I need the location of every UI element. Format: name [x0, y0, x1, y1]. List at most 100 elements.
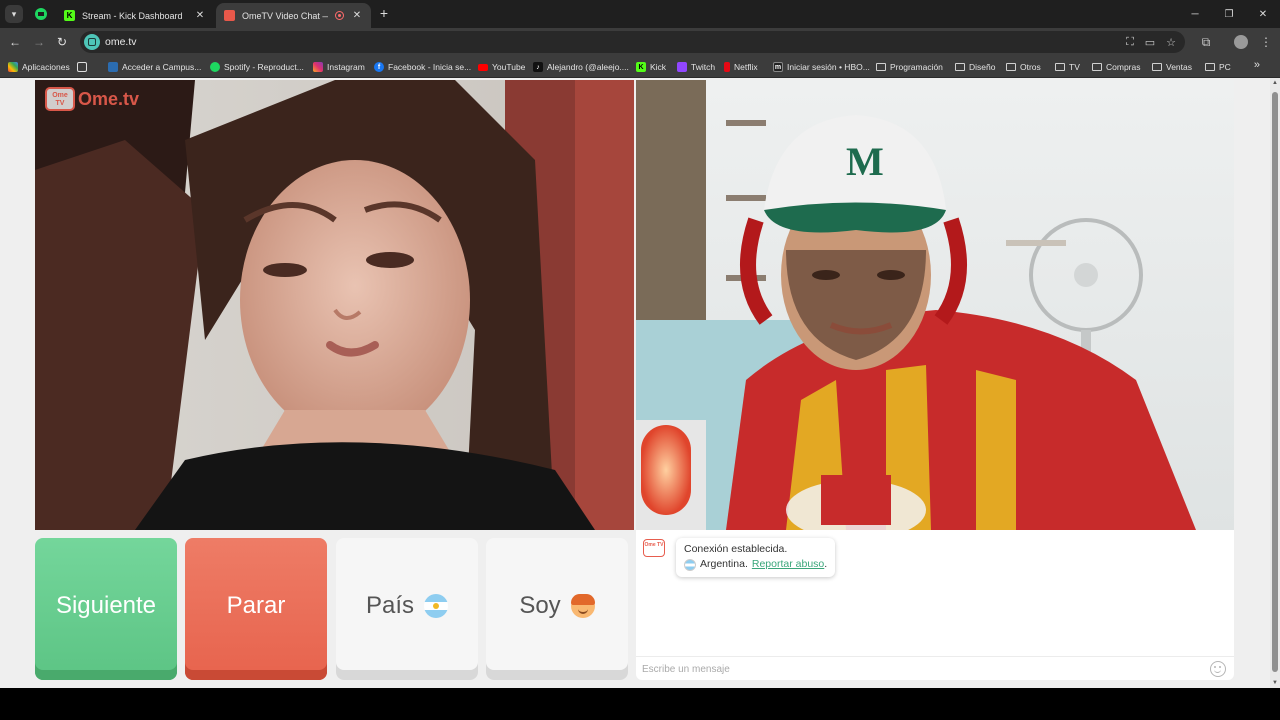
bookmark-campus[interactable]: Acceder a Campus...: [108, 60, 201, 74]
instagram-icon: [313, 62, 323, 72]
svg-text:M: M: [846, 139, 884, 184]
bookmark-label: Acceder a Campus...: [122, 62, 202, 72]
bookmark-grid[interactable]: [77, 60, 87, 74]
tab-kick-dashboard[interactable]: K Stream - Kick Dashboard ✕: [56, 3, 214, 28]
close-window-icon[interactable]: ✕: [1246, 0, 1280, 28]
bookmark-facebook[interactable]: f Facebook - Inicia se...: [374, 60, 471, 74]
bookmark-label: Ventas: [1166, 62, 1192, 72]
bookmark-hbo[interactable]: m Iniciar sesión • HBO...: [773, 60, 870, 74]
profile-avatar[interactable]: [1234, 35, 1248, 49]
ometv-chat-avatar-icon: Ome TV: [643, 539, 665, 557]
gender-select-button[interactable]: Soy: [486, 538, 628, 680]
folder-icon: [955, 63, 965, 71]
url-text: ome.tv: [105, 36, 137, 48]
bookmark-folder-tv[interactable]: TV: [1055, 60, 1080, 74]
report-suffix: .: [824, 558, 828, 570]
logo-text: Ome.tv: [78, 88, 140, 109]
bookmark-spotify[interactable]: Spotify - Reproduct...: [210, 60, 304, 74]
tab-strip: ▾ K Stream - Kick Dashboard ✕ OmeTV Vide…: [0, 0, 1280, 28]
youtube-icon: [478, 63, 488, 71]
tab-ometv[interactable]: OmeTV Video Chat — Ome ✕: [216, 3, 371, 28]
minimize-icon[interactable]: ─: [1178, 0, 1212, 28]
kick-icon: K: [636, 62, 646, 72]
netflix-icon: [724, 62, 730, 72]
bookmark-folder-otros[interactable]: Otros: [1006, 60, 1041, 74]
folder-icon: [876, 63, 886, 71]
bookmark-folder-compras[interactable]: Compras: [1092, 60, 1140, 74]
stop-button[interactable]: Parar: [185, 538, 327, 680]
bookmark-aplicaciones[interactable]: Aplicaciones: [8, 60, 70, 74]
close-tab-icon[interactable]: ✕: [351, 10, 363, 21]
bookmark-label: Twitch: [691, 62, 716, 72]
pinned-tab-spotify[interactable]: [30, 4, 52, 24]
bookmark-label: Spotify - Reproduct...: [224, 62, 304, 72]
close-tab-icon[interactable]: ✕: [194, 10, 206, 21]
tab-title: OmeTV Video Chat — Ome: [242, 10, 328, 21]
system-message: Conexión establecida. Argentina. Reporta…: [676, 538, 836, 577]
ometv-logo: Ome TV Ome.tv: [45, 87, 139, 111]
cast-icon[interactable]: ▭: [1142, 34, 1158, 50]
bookmark-folder-diseno[interactable]: Diseño: [955, 60, 995, 74]
scroll-down-icon[interactable]: ▼: [1270, 678, 1280, 688]
bookmark-folder-pc[interactable]: PC: [1205, 60, 1231, 74]
report-abuse-link[interactable]: Reportar abuso: [752, 558, 824, 570]
window-controls: ─ ❐ ✕: [1178, 0, 1280, 28]
next-button-label: Siguiente: [55, 592, 157, 619]
back-arrow-icon[interactable]: ←: [6, 33, 24, 51]
tab-title: Stream - Kick Dashboard: [82, 10, 183, 21]
page-scrollbar[interactable]: ▲ ▼: [1270, 78, 1280, 688]
bookmark-label: Compras: [1106, 62, 1141, 72]
grid-icon: [77, 62, 87, 72]
forward-arrow-icon[interactable]: →: [30, 33, 48, 51]
more-bookmarks-icon[interactable]: »: [1254, 59, 1260, 71]
stop-button-label: Parar: [226, 592, 286, 619]
extensions-icon[interactable]: ⧉: [1197, 33, 1215, 51]
folder-icon: [1152, 63, 1162, 71]
address-bar[interactable]: ome.tv ⛶ ▭ ☆: [80, 31, 1185, 53]
emoji-smiley-icon[interactable]: [1210, 661, 1226, 677]
bookmark-label: PC: [1219, 62, 1231, 72]
bookmark-instagram[interactable]: Instagram: [313, 60, 365, 74]
twitch-icon: [677, 62, 687, 72]
folder-icon: [1006, 63, 1016, 71]
country-label: País: [365, 592, 415, 619]
bookmark-label: TV: [1069, 62, 1080, 72]
reload-icon[interactable]: ↻: [53, 33, 71, 51]
ometv-page: M Ome TV Ome.tv Siguiente Parar País Soy…: [0, 78, 1270, 688]
bookmark-star-icon[interactable]: ☆: [1163, 34, 1179, 50]
bookmarks-bar: Aplicaciones Acceder a Campus... Spotify…: [0, 56, 1280, 78]
campus-icon: [108, 62, 118, 72]
scroll-up-icon[interactable]: ▲: [1270, 78, 1280, 88]
bookmark-label: YouTube: [492, 62, 526, 72]
chat-message-input[interactable]: [642, 661, 1202, 677]
new-tab-button[interactable]: +: [376, 5, 392, 21]
bookmark-label: Diseño: [969, 62, 996, 72]
stranger-video: [35, 80, 634, 530]
bookmark-youtube[interactable]: YouTube: [478, 60, 525, 74]
folder-icon: [1092, 63, 1102, 71]
bookmark-kick[interactable]: K Kick: [636, 60, 666, 74]
bookmark-twitch[interactable]: Twitch: [677, 60, 715, 74]
bookmark-folder-ventas[interactable]: Ventas: [1152, 60, 1192, 74]
country-filter-button[interactable]: País: [336, 538, 478, 680]
restore-icon[interactable]: ❐: [1212, 0, 1246, 28]
bookmark-label: Iniciar sesión • HBO...: [787, 62, 870, 72]
scrollbar-thumb[interactable]: [1272, 92, 1278, 672]
translate-icon[interactable]: ⛶: [1122, 34, 1138, 50]
bookmark-folder-programacion[interactable]: Programación: [876, 60, 943, 74]
spotify-icon: [35, 8, 47, 20]
country-text: Argentina.: [700, 558, 748, 570]
site-info-icon[interactable]: [84, 34, 100, 50]
bookmark-label: Netflix: [734, 62, 758, 72]
next-button[interactable]: Siguiente: [35, 538, 177, 680]
bookmark-label: Programación: [890, 62, 943, 72]
apps-grid-icon: [8, 62, 18, 72]
bookmark-netflix[interactable]: Netflix: [724, 60, 758, 74]
bookmark-label: Aplicaciones: [22, 62, 70, 72]
hbo-icon: m: [773, 62, 783, 72]
tv-logo-icon: Ome TV: [45, 87, 75, 111]
bookmark-tiktok[interactable]: ♪ Alejandro (@aleejo....: [533, 60, 629, 74]
tab-search-button[interactable]: ▾: [5, 5, 23, 23]
menu-kebab-icon[interactable]: ⋮: [1257, 33, 1275, 51]
connection-status-text: Conexión establecida.: [684, 543, 788, 555]
